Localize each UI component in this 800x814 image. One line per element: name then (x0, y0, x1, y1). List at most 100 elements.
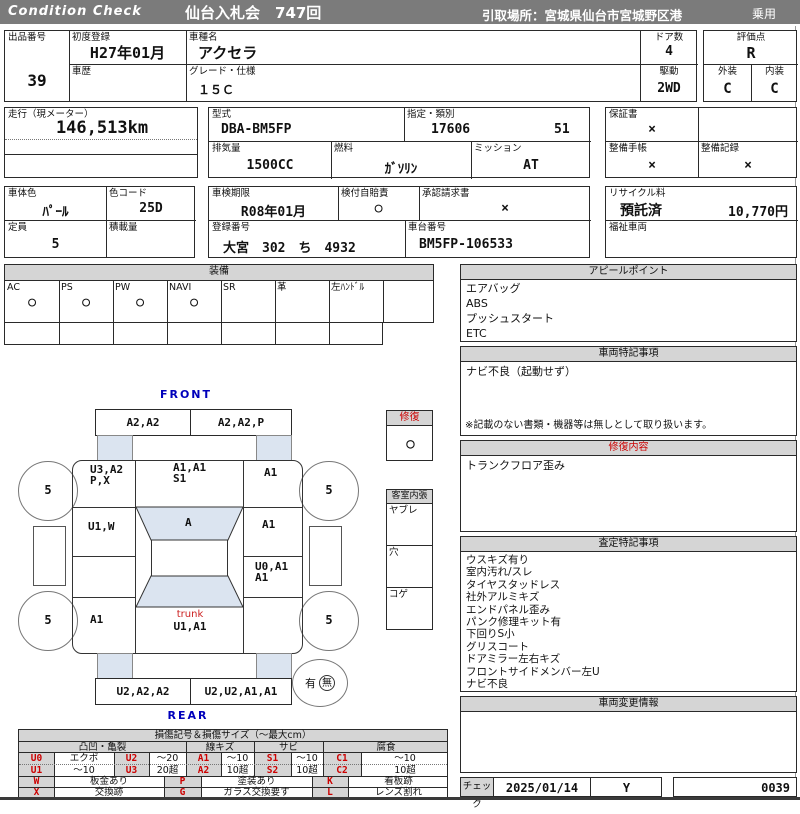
tire-front-right: 5 (299, 461, 359, 521)
grade-value: １５Ｃ (198, 83, 235, 97)
repair-flag-body: ○ (386, 425, 433, 461)
equipment-row-1: AC ○ PS ○ PW ○ NAVI ○ SR 革 左ﾊﾝﾄﾞﾙ (4, 280, 434, 323)
displacement-value: 1500CC (246, 158, 294, 173)
legend-u2: U2 (125, 753, 138, 764)
left-fender-damage: U3,A2 P,X (90, 463, 124, 487)
repair-content-lines: トランクフロア歪み (466, 459, 565, 472)
recycle-fee: 10,770円 (728, 205, 788, 220)
score-value: R (746, 44, 756, 62)
interior-trim-header: 客室内張 (386, 489, 433, 504)
body-color-value: ﾊﾟｰﾙ (42, 205, 69, 220)
equipment-header: 装備 (4, 264, 434, 281)
rear-label: REAR (167, 709, 209, 722)
recycle-label: リサイクル料 (609, 188, 666, 199)
interior-trim-cell-hole: 穴 (386, 545, 433, 588)
auction-sheet: { "colors":{"header_bg":"#7b7b7b","secti… (0, 0, 800, 810)
info-table-2: 型式 DBA-BM5FP 指定・類別 17606 51 排気量 1500CC 燃… (208, 107, 591, 179)
special-notes-lines: ナビ不良（起動せず） (466, 365, 576, 378)
front-bumper-left-damage: A2,A2 (126, 416, 160, 429)
inspection-label: 車検期限 (212, 188, 251, 199)
legend-u0: U0 (30, 753, 43, 764)
insurance-value: ○ (374, 201, 383, 216)
body-col-line-left (135, 460, 136, 653)
trunk-damage: U1,A1 (173, 620, 207, 633)
capacity-label: 定員 (8, 222, 28, 233)
front-bumper-right-damage: A2,A2,P (217, 416, 265, 429)
displacement-label: 排気量 (212, 143, 241, 154)
tire-rear-left: 5 (18, 591, 78, 651)
recycle-status: 預託済 (620, 203, 662, 219)
equip-ps-label: PS (61, 282, 73, 293)
repair-flag-value: ○ (406, 436, 415, 452)
grade-label: グレード・仕様 (189, 66, 256, 77)
pickup-location: 引取場所：宮城県仙台市宮城野区港 (482, 8, 683, 23)
insurance-label: 検付自賠責 (341, 188, 389, 199)
brand-logo: Condition Check (8, 4, 142, 19)
chassis-no-label: 車台番号 (408, 222, 447, 233)
rear-corner-left (97, 653, 133, 679)
trim-hole-label: 穴 (389, 547, 399, 558)
sheet-number: 0039 (761, 781, 790, 795)
interior-label: 内装 (764, 66, 784, 77)
check-date: 2025/01/14 (505, 781, 579, 795)
maintenance-record-label: 整備記録 (701, 143, 740, 154)
body-color-label: 車体色 (8, 188, 37, 199)
appeal-lines: エアバッグ ABS プッシュスタート ETC (466, 282, 554, 340)
equip-lhd-label: 左ﾊﾝﾄﾞﾙ (331, 282, 365, 293)
warranty-label: 保証書 (609, 109, 638, 120)
spare-no-circled: 無 (319, 675, 335, 691)
doors-value: 4 (665, 44, 673, 59)
equip-ps-value: ○ (82, 295, 90, 310)
mileage-box: 走行（現メーター） 146,513km (4, 107, 198, 178)
hood-damage: A1,A1 S1 (173, 461, 207, 485)
right-front-door-damage: A1 (262, 518, 276, 531)
trim-burn-label: コゲ (389, 589, 409, 600)
recycle-table: リサイクル料 預託済 10,770円 福祉車両 (605, 186, 798, 258)
change-info-header: 車両変更情報 (460, 696, 797, 712)
drive-value: 2WD (657, 81, 681, 96)
equip-leather-label: 革 (277, 282, 287, 293)
rear-corner-right (256, 653, 292, 679)
transmission-label: ミッション (474, 143, 522, 154)
exhibit-no-value: 39 (27, 71, 47, 90)
left-front-door-damage: U1,W (88, 520, 115, 533)
interior-trim-cell-tear: ヤブレ (386, 503, 433, 546)
auction-title: 仙台入札会 747回 (185, 4, 322, 22)
assessment-body: ウスキズ有り 室内汚れ/スレ タイヤスタッドレス 社外アルミキズ エンドパネル歪… (460, 551, 797, 692)
info-table-4: 車検期限 R08年01月 検付自賠責 ○ 承認請求書 × 登録番号 大宮 302… (208, 186, 591, 258)
transmission-value: AT (523, 158, 539, 173)
legend-a1-size: 〜10 (226, 753, 249, 764)
left-sill-cell (33, 526, 66, 586)
docs-table: 保証書 × 整備手帳 × 整備記録 × (605, 107, 798, 178)
equip-ac-label: AC (7, 282, 20, 293)
front-corner-right (256, 435, 292, 461)
left-quarter-damage: A1 (90, 613, 104, 626)
legend-u0-size: エクボ (69, 753, 99, 764)
equip-pw-value: ○ (136, 295, 144, 310)
welfare-label: 福祉車両 (609, 222, 648, 233)
special-notes-body: ナビ不良（起動せず） ※記載のない書類・機器等は無しとして取り扱います。 (460, 361, 797, 436)
legend-c1: C1 (336, 753, 348, 764)
first-reg-value: H27年01月 (89, 44, 166, 62)
legend-a1: A1 (197, 753, 210, 764)
fuel-label: 燃料 (334, 143, 354, 154)
mileage-value: 146,513km (55, 118, 149, 138)
rear-bumper-left-damage: U2,A2,A2 (116, 685, 170, 698)
vehicle-class: 乗用 (752, 7, 777, 21)
class-no-value1: 17606 (431, 122, 471, 137)
legend-s1-size: 〜10 (296, 753, 318, 764)
front-label: FRONT (159, 388, 213, 401)
sheet-number-box: 0039 (673, 777, 797, 797)
equip-navi-label: NAVI (169, 282, 192, 293)
exhibit-no-label: 出品番号 (8, 32, 47, 43)
equip-navi-value: ○ (190, 295, 198, 310)
equip-pw-label: PW (115, 282, 131, 293)
spare-tire-indicator: 有 無 (292, 659, 348, 707)
special-notes-disclaimer: ※記載のない書類・機器等は無しとして取り扱います。 (465, 420, 713, 431)
maintenance-record-value: × (744, 158, 752, 173)
assessment-lines: ウスキズ有り 室内汚れ/スレ タイヤスタッドレス 社外アルミキズ エンドパネル歪… (466, 554, 600, 691)
legend-mark-table: W 板金あり P 塗装あり K 看板跡 X 交換跡 G ガラス交換要す L レン… (18, 776, 448, 799)
load-label: 積載量 (109, 222, 138, 233)
inspection-value: R08年01月 (240, 205, 307, 220)
tire-rear-right: 5 (299, 591, 359, 651)
